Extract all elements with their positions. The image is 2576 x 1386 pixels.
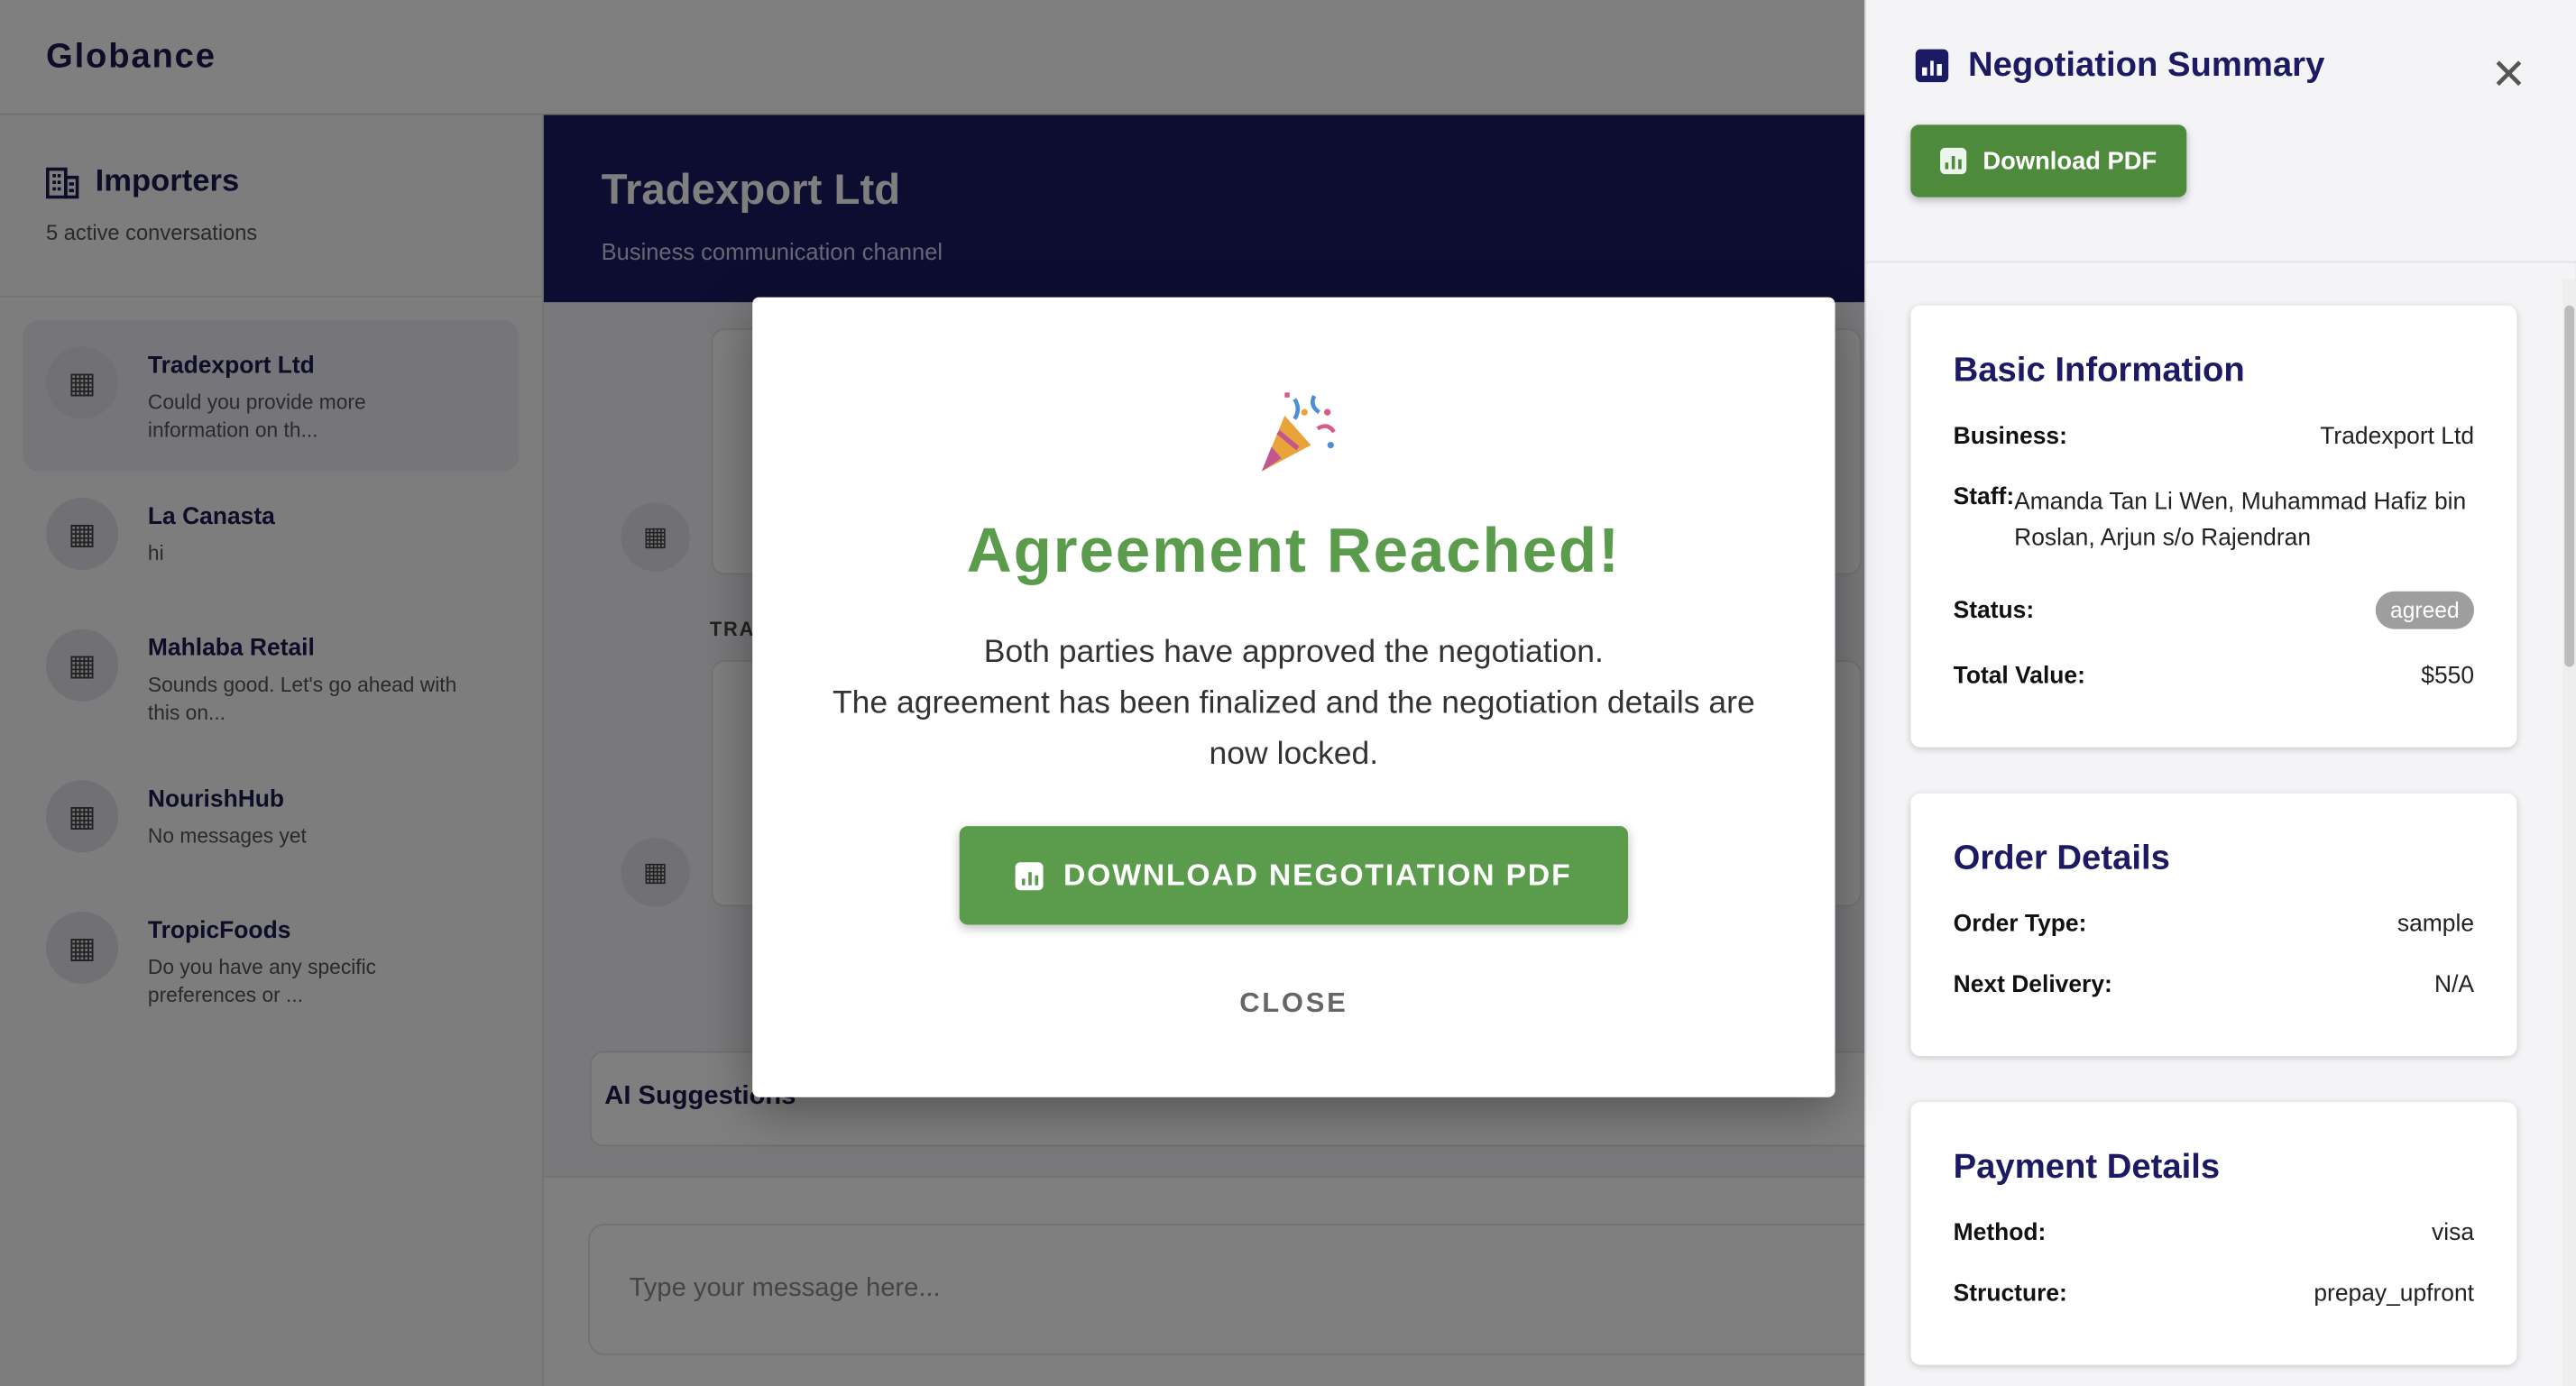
row-label: Status:: [1953, 597, 2035, 624]
row-value: Amanda Tan Li Wen, Muhammad Hafiz bin Ro…: [2014, 489, 2467, 552]
row-label: Next Delivery:: [1953, 972, 2112, 999]
row-label: Total Value:: [1953, 663, 2085, 690]
info-row: Staff: Amanda Tan Li Wen, Muhammad Hafiz…: [1954, 484, 2474, 556]
drawer-body: Basic Information Business: Tradexport L…: [1866, 262, 2576, 1365]
row-label: Structure:: [1953, 1280, 2067, 1308]
row-value: sample: [2397, 911, 2475, 939]
chart-icon: [1940, 147, 1967, 175]
row-label: Staff:: [1953, 484, 2015, 511]
modal-title: Agreement Reached!: [966, 517, 1621, 587]
card-title: Payment Details: [1953, 1148, 2221, 1187]
drawer-scrollbar[interactable]: [2562, 279, 2576, 1386]
download-pdf-label: Download PDF: [1983, 147, 2157, 175]
info-row: Business: Tradexport Ltd: [1954, 424, 2474, 450]
row-value: N/A: [2434, 972, 2475, 999]
info-row: Next Delivery: N/A: [1954, 972, 2474, 998]
drawer-header: Negotiation Summary ✕ Download PDF: [1866, 0, 2576, 263]
modal-line: Both parties have approved the negotiati…: [983, 634, 1604, 671]
modal-message: Both parties have approved the negotiati…: [752, 628, 1835, 780]
row-label: Business:: [1953, 423, 2067, 451]
row-value: $550: [2421, 663, 2475, 690]
row-value: Tradexport Ltd: [2320, 423, 2475, 451]
info-row: Structure: prepay_upfront: [1954, 1281, 2474, 1308]
close-icon[interactable]: ✕: [2491, 50, 2527, 100]
close-button[interactable]: CLOSE: [1239, 987, 1348, 1020]
chart-icon: [1915, 49, 1949, 83]
row-label: Method:: [1953, 1220, 2047, 1247]
download-negotiation-pdf-button[interactable]: DOWNLOAD NEGOTIATION PDF: [960, 826, 1628, 925]
party-popper-icon: [752, 386, 1835, 478]
scroll-thumb[interactable]: [2564, 305, 2575, 667]
card-title: Basic Information: [1953, 351, 2245, 390]
modal-line: The agreement has been finalized and the…: [832, 684, 1755, 773]
row-value: prepay_upfront: [2314, 1280, 2475, 1308]
chart-icon: [1016, 861, 1044, 890]
info-row: Order Type: sample: [1954, 912, 2474, 938]
payment-details-card: Payment Details Method: visa Structure: …: [1910, 1102, 2517, 1365]
info-row: Method: visa: [1954, 1220, 2474, 1246]
negotiation-summary-drawer: Negotiation Summary ✕ Download PDF Basic…: [1864, 0, 2576, 1386]
status-badge: agreed: [2375, 591, 2475, 629]
app-root: Globance Importers 5 active conversation…: [0, 0, 2576, 1386]
download-pdf-button[interactable]: Download PDF: [1910, 124, 2186, 197]
row-label: Order Type:: [1953, 911, 2087, 939]
download-negotiation-pdf-label: DOWNLOAD NEGOTIATION PDF: [1063, 857, 1572, 893]
card-title: Order Details: [1953, 839, 2170, 877]
agreement-modal: Agreement Reached! Both parties have app…: [752, 297, 1835, 1097]
drawer-title-label: Negotiation Summary: [1968, 45, 2325, 84]
order-details-card: Order Details Order Type: sample Next De…: [1910, 793, 2517, 1057]
basic-information-card: Basic Information Business: Tradexport L…: [1910, 305, 2517, 748]
info-row: Status: agreed: [1953, 591, 2475, 629]
row-value: visa: [2432, 1220, 2475, 1247]
info-row: Total Value: $550: [1954, 664, 2474, 690]
drawer-title: Negotiation Summary: [1915, 45, 2527, 86]
